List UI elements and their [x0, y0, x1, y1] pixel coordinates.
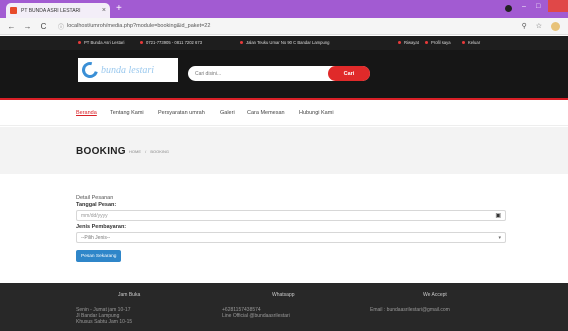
breadcrumb-current: BOOKING — [150, 149, 170, 154]
footer-line-official[interactable]: Line Official @bundaasrilestari — [222, 313, 290, 319]
history-icon — [398, 41, 401, 44]
footer-accept-title: We Accept — [423, 292, 447, 298]
reload-icon[interactable]: C — [39, 22, 48, 31]
tab-title: PT BUNDA ASRI LESTARI — [21, 7, 81, 14]
maximize-icon[interactable]: □ — [536, 3, 540, 10]
nav-beranda[interactable]: Beranda — [76, 110, 97, 116]
phone-icon — [140, 41, 143, 44]
riwayat-link[interactable]: Riwayat — [398, 40, 419, 45]
payment-label: Jenis Pembayaran: — [76, 224, 127, 230]
site-info-icon[interactable]: ⓘ — [58, 22, 64, 31]
footer-email[interactable]: Email : bundaasrilestari@gmail.com — [370, 307, 450, 313]
profile-avatar-icon[interactable] — [551, 21, 560, 31]
search-button[interactable]: Cari — [328, 66, 370, 81]
bookmark-star-icon[interactable]: ☆ — [536, 22, 542, 30]
date-label: Tanggal Pesan: — [76, 202, 117, 208]
new-tab-icon[interactable]: + — [116, 3, 122, 14]
close-tab-icon[interactable]: × — [102, 7, 106, 14]
location-icon — [240, 41, 243, 44]
nav-hubungi-kami[interactable]: Hubungi Kami — [299, 110, 334, 116]
logo-text: bunda lestari — [101, 64, 155, 76]
booking-form: Detail Pesanan Tanggal Pesan: mm/dd/yyyy… — [76, 195, 506, 262]
breadcrumb-separator: / — [145, 149, 147, 154]
nav-tentang-kami[interactable]: Tentang Kami — [110, 110, 144, 116]
phone-info: 0721-773905 - 0811 7202 673 — [140, 40, 202, 45]
nav-persyaratan-umrah[interactable]: Persyaratan umrah — [158, 110, 205, 116]
page-title: BOOKING — [76, 146, 126, 157]
search-bar: Cari — [188, 66, 370, 81]
nav-galeri[interactable]: Galeri — [220, 110, 235, 116]
url-field[interactable]: ⓘ localhost/umroh/media.php?module=booki… — [58, 22, 522, 31]
site-header: bunda lestari Cari — [0, 50, 568, 100]
chevron-down-icon: ▾ — [498, 235, 501, 241]
payment-selected-value: --Pilih Jenis-- — [81, 234, 111, 241]
footer-hours-title: Jam Buka — [118, 292, 141, 298]
site-footer: Jam Buka Senin - Jumat jam 10-17 Jl Band… — [0, 283, 568, 331]
search-input[interactable] — [188, 66, 328, 81]
logo-swoosh-icon — [79, 59, 101, 81]
browser-tab-bar: PT BUNDA ASRI LESTARI × + – □ — [0, 0, 568, 18]
minimize-icon[interactable]: – — [522, 3, 526, 10]
address-info: Jalan Teuku Umar No 90 C Bandar Lampung — [240, 40, 330, 45]
company-info: PT Bunda Asri Lestari — [78, 40, 124, 45]
footer-hours-line: Khusus Sabtu Jam 10-15 — [76, 319, 133, 325]
nav-cara-memesan[interactable]: Cara Memesan — [247, 110, 285, 116]
bullet-icon — [78, 41, 81, 44]
url-text: localhost/umroh/media.php?module=booking… — [67, 23, 211, 29]
riwayat-label: Riwayat — [404, 40, 419, 45]
browser-address-bar: ← → C ⓘ localhost/umroh/media.php?module… — [0, 18, 568, 35]
address-text: Jalan Teuku Umar No 90 C Bandar Lampung — [246, 40, 330, 45]
window-close-button[interactable] — [548, 0, 568, 12]
site-favicon-icon — [10, 7, 17, 14]
profile-link[interactable]: Profil saya — [425, 40, 451, 45]
footer-hours-text: Senin - Jumat jam 10-17 Jl Bandar Lampun… — [76, 307, 132, 325]
main-nav: Beranda Tentang Kami Persyaratan umrah G… — [0, 102, 568, 126]
back-icon[interactable]: ← — [7, 22, 16, 31]
logout-icon — [462, 41, 465, 44]
company-name: PT Bunda Asri Lestari — [84, 40, 125, 45]
zoom-icon[interactable]: ⚲ — [522, 22, 527, 30]
site-info-bar: PT Bunda Asri Lestari 0721-773905 - 0811… — [0, 36, 568, 50]
phone-numbers: 0721-773905 - 0811 7202 673 — [146, 40, 203, 45]
account-icon[interactable] — [505, 5, 512, 12]
profile-label: Profil saya — [431, 40, 451, 45]
breadcrumb-home[interactable]: HOME — [129, 149, 141, 154]
logout-label: Keluar — [468, 40, 481, 45]
page-title-band: BOOKING HOME / BOOKING — [0, 127, 568, 174]
breadcrumb: HOME / BOOKING — [129, 149, 169, 154]
footer-whatsapp-text: +6281157438574 Line Official @bundaasril… — [222, 307, 290, 319]
footer-accept-text: Email : bundaasrilestari@gmail.com — [370, 307, 450, 313]
section-label: Detail Pesanan — [76, 195, 114, 201]
user-icon — [425, 41, 428, 44]
forward-icon[interactable]: → — [23, 22, 32, 31]
site-logo[interactable]: bunda lestari — [78, 58, 178, 82]
date-placeholder: mm/dd/yyyy — [81, 212, 108, 219]
calendar-icon[interactable]: ▣ — [495, 212, 501, 219]
submit-order-button[interactable]: Pesan Sekarang — [76, 250, 122, 262]
footer-whatsapp-title: Whatsapp — [272, 292, 295, 298]
date-input[interactable]: mm/dd/yyyy ▣ — [76, 210, 506, 221]
browser-tab[interactable]: PT BUNDA ASRI LESTARI × — [6, 3, 110, 18]
payment-select[interactable]: --Pilih Jenis-- ▾ — [76, 232, 506, 243]
logout-link[interactable]: Keluar — [462, 40, 480, 45]
